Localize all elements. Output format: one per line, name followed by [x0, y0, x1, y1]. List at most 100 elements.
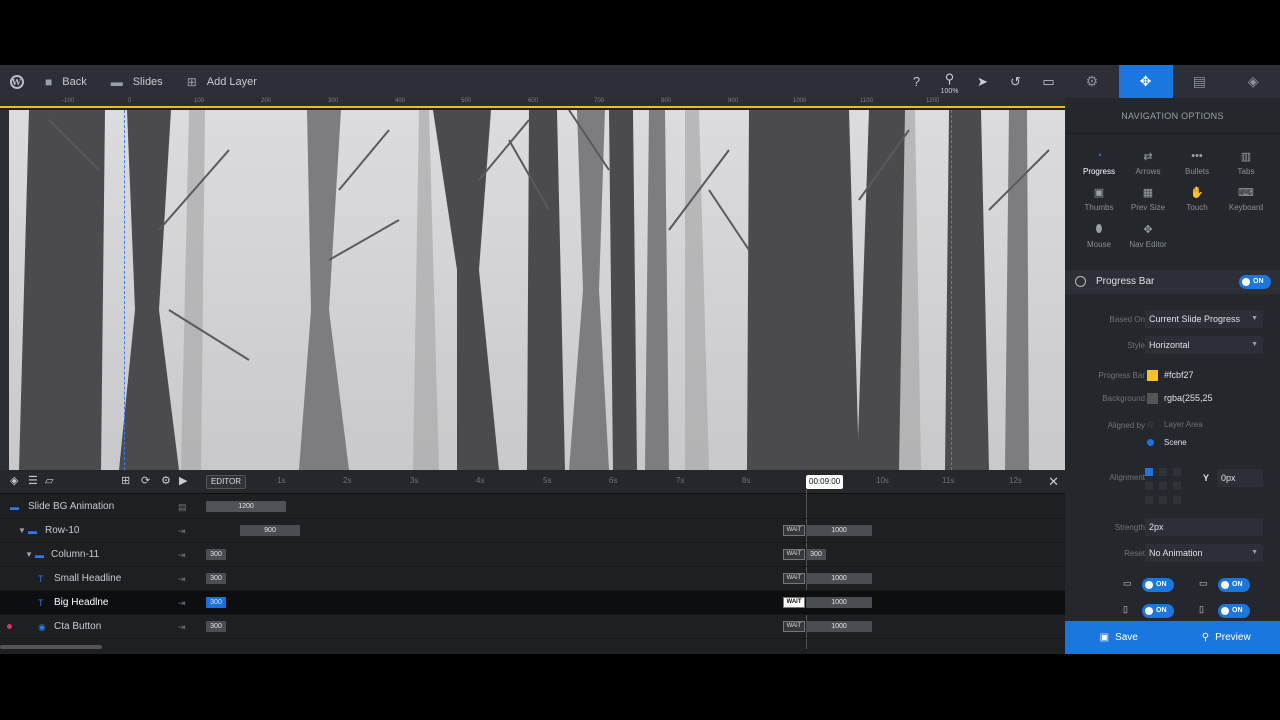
strength-input[interactable]: 2px: [1145, 518, 1263, 536]
end-bar[interactable]: 300: [806, 549, 826, 560]
background-color-swatch[interactable]: [1147, 393, 1158, 404]
collapse-icon[interactable]: ⇥: [178, 519, 186, 543]
grid-icon[interactable]: ⊞: [121, 474, 130, 487]
tab-layers[interactable]: ◈: [1226, 65, 1280, 98]
close-timeline-icon[interactable]: ✕: [1048, 474, 1059, 490]
collapse-icon[interactable]: ⇥: [178, 543, 186, 567]
align-top-right[interactable]: [1173, 468, 1181, 476]
end-bar[interactable]: 1000: [806, 573, 872, 584]
animation-bar[interactable]: 300: [206, 597, 226, 608]
pointer-button[interactable]: ➤: [966, 65, 999, 98]
mobile-visibility-toggle[interactable]: ON: [1218, 604, 1250, 618]
nav-arrows[interactable]: ⇄ Arrows: [1124, 150, 1172, 176]
zoom-button[interactable]: ⚲ 100%: [933, 65, 966, 98]
slides-icon: ▬: [110, 74, 123, 89]
end-bar[interactable]: 1000: [806, 621, 872, 632]
tab-slides[interactable]: ▤: [1173, 65, 1227, 98]
align-top-left[interactable]: [1145, 468, 1153, 476]
nav-touch[interactable]: ✋ Touch: [1173, 186, 1221, 212]
help-button[interactable]: ?: [900, 65, 933, 98]
wait-badge[interactable]: WAIT: [783, 573, 805, 584]
layer-area-radio[interactable]: [1147, 421, 1154, 428]
timeline-row[interactable]: ▬ Slide BG Animation ▤ 1200: [0, 495, 1065, 519]
collapse-icon[interactable]: ⇥: [178, 567, 186, 591]
chevron-down-icon: ▼: [1251, 549, 1258, 556]
nav-bullets[interactable]: ••• Bullets: [1173, 150, 1221, 176]
based-on-select[interactable]: Current Slide Progress ▼: [1145, 310, 1263, 328]
bg-layer-icon[interactable]: ▤: [178, 495, 187, 519]
align-top-center[interactable]: [1159, 468, 1167, 476]
nav-progress[interactable]: ◔ Progress: [1075, 150, 1123, 176]
timeline-row[interactable]: T Small Headline ⇥ 300 WAIT 1000: [0, 567, 1065, 591]
collapse-icon[interactable]: ⇥: [178, 615, 186, 639]
align-middle-left[interactable]: [1145, 482, 1153, 490]
scene-radio[interactable]: [1147, 439, 1154, 446]
animation-bar[interactable]: 900: [240, 525, 300, 536]
nav-mouse[interactable]: ⬮ Mouse: [1075, 223, 1123, 249]
chevron-down-icon: ▼: [1251, 315, 1258, 322]
slide-canvas[interactable]: [9, 110, 1065, 470]
undo-button[interactable]: ↺: [999, 65, 1032, 98]
align-middle-right[interactable]: [1173, 482, 1181, 490]
style-select[interactable]: Horizontal ▼: [1145, 336, 1263, 354]
animation-bar[interactable]: 300: [206, 573, 226, 584]
keyboard-icon: ⌨: [1238, 187, 1254, 199]
timeline-scrollbar[interactable]: [0, 645, 102, 649]
align-bottom-right[interactable]: [1173, 496, 1181, 504]
wordpress-logo[interactable]: W: [0, 65, 33, 98]
play-icon[interactable]: ▶: [179, 474, 187, 487]
timeline-row[interactable]: ▼ ▬ Row-10 ⇥ 900 WAIT 1000: [0, 519, 1065, 543]
animation-bar[interactable]: 1200: [206, 501, 286, 512]
folder-icon[interactable]: ▱: [45, 474, 53, 487]
reset-select[interactable]: No Animation ▼: [1145, 544, 1263, 562]
loop-icon[interactable]: ⟳: [141, 474, 150, 487]
expand-caret-icon[interactable]: ▼: [25, 543, 33, 567]
wait-badge[interactable]: WAIT: [783, 621, 805, 632]
progress-bar-toggle[interactable]: ON: [1239, 275, 1271, 289]
tablet-icon: ▯: [1123, 604, 1128, 614]
preview-button[interactable]: ⚲ Preview: [1173, 621, 1280, 654]
animation-bar[interactable]: 300: [206, 549, 226, 560]
layers-icon[interactable]: ◈: [10, 474, 18, 487]
notebook-visibility-toggle[interactable]: ON: [1218, 578, 1250, 592]
align-middle-center[interactable]: [1159, 482, 1167, 490]
progress-bar-section-header[interactable]: Progress Bar ON: [1065, 270, 1280, 294]
align-bottom-left[interactable]: [1145, 496, 1153, 504]
progress-color-value[interactable]: #fcbf27: [1164, 370, 1194, 380]
current-time-marker[interactable]: 00:09:00: [806, 475, 844, 489]
tab-navigation[interactable]: ✥: [1118, 65, 1173, 98]
add-layer-button[interactable]: ⊞ Add Layer: [175, 65, 269, 98]
settings-icon[interactable]: ⚙: [161, 474, 171, 487]
collapse-icon[interactable]: ⇥: [178, 591, 186, 615]
slides-button[interactable]: ▬ Slides: [99, 65, 175, 98]
wait-badge[interactable]: WAIT: [783, 549, 805, 560]
wait-badge[interactable]: WAIT: [783, 597, 805, 608]
nav-thumbs[interactable]: ▣ Thumbs: [1075, 186, 1123, 212]
list-icon[interactable]: ☰: [28, 474, 38, 487]
wait-badge[interactable]: WAIT: [783, 525, 805, 536]
animation-bar[interactable]: 300: [206, 621, 226, 632]
editor-button[interactable]: EDITOR: [206, 475, 246, 489]
desktop-visibility-toggle[interactable]: ON: [1142, 578, 1174, 592]
nav-editor[interactable]: ✥ Nav Editor: [1124, 223, 1172, 249]
y-offset-input[interactable]: 0px: [1217, 469, 1263, 487]
column-icon: ▬: [35, 550, 44, 560]
desktop-view-button[interactable]: ▭: [1032, 65, 1065, 98]
tablet-visibility-toggle[interactable]: ON: [1142, 604, 1174, 618]
tab-settings[interactable]: ⚙: [1065, 65, 1119, 98]
timeline-row[interactable]: ◉ Cta Button ⇥ 300 WAIT 1000: [0, 615, 1065, 639]
align-bottom-center[interactable]: [1159, 496, 1167, 504]
background-label: Background: [1102, 394, 1145, 403]
end-bar[interactable]: 1000: [806, 525, 872, 536]
nav-prev-size[interactable]: ▦ Prev Size: [1124, 186, 1172, 212]
timeline-row-selected[interactable]: T Big Headlne ⇥ 300 WAIT 1000: [0, 591, 1065, 615]
nav-keyboard[interactable]: ⌨ Keyboard: [1222, 186, 1270, 212]
nav-tabs[interactable]: ▥ Tabs: [1222, 150, 1270, 176]
save-button[interactable]: ▣ Save: [1065, 621, 1173, 654]
end-bar[interactable]: 1000: [806, 597, 872, 608]
expand-caret-icon[interactable]: ▼: [18, 519, 26, 543]
background-color-value[interactable]: rgba(255,25: [1164, 393, 1213, 403]
back-button[interactable]: ■ Back: [33, 65, 99, 98]
progress-color-swatch[interactable]: [1147, 370, 1158, 381]
timeline-row[interactable]: ▼ ▬ Column-11 ⇥ 300 WAIT 300: [0, 543, 1065, 567]
